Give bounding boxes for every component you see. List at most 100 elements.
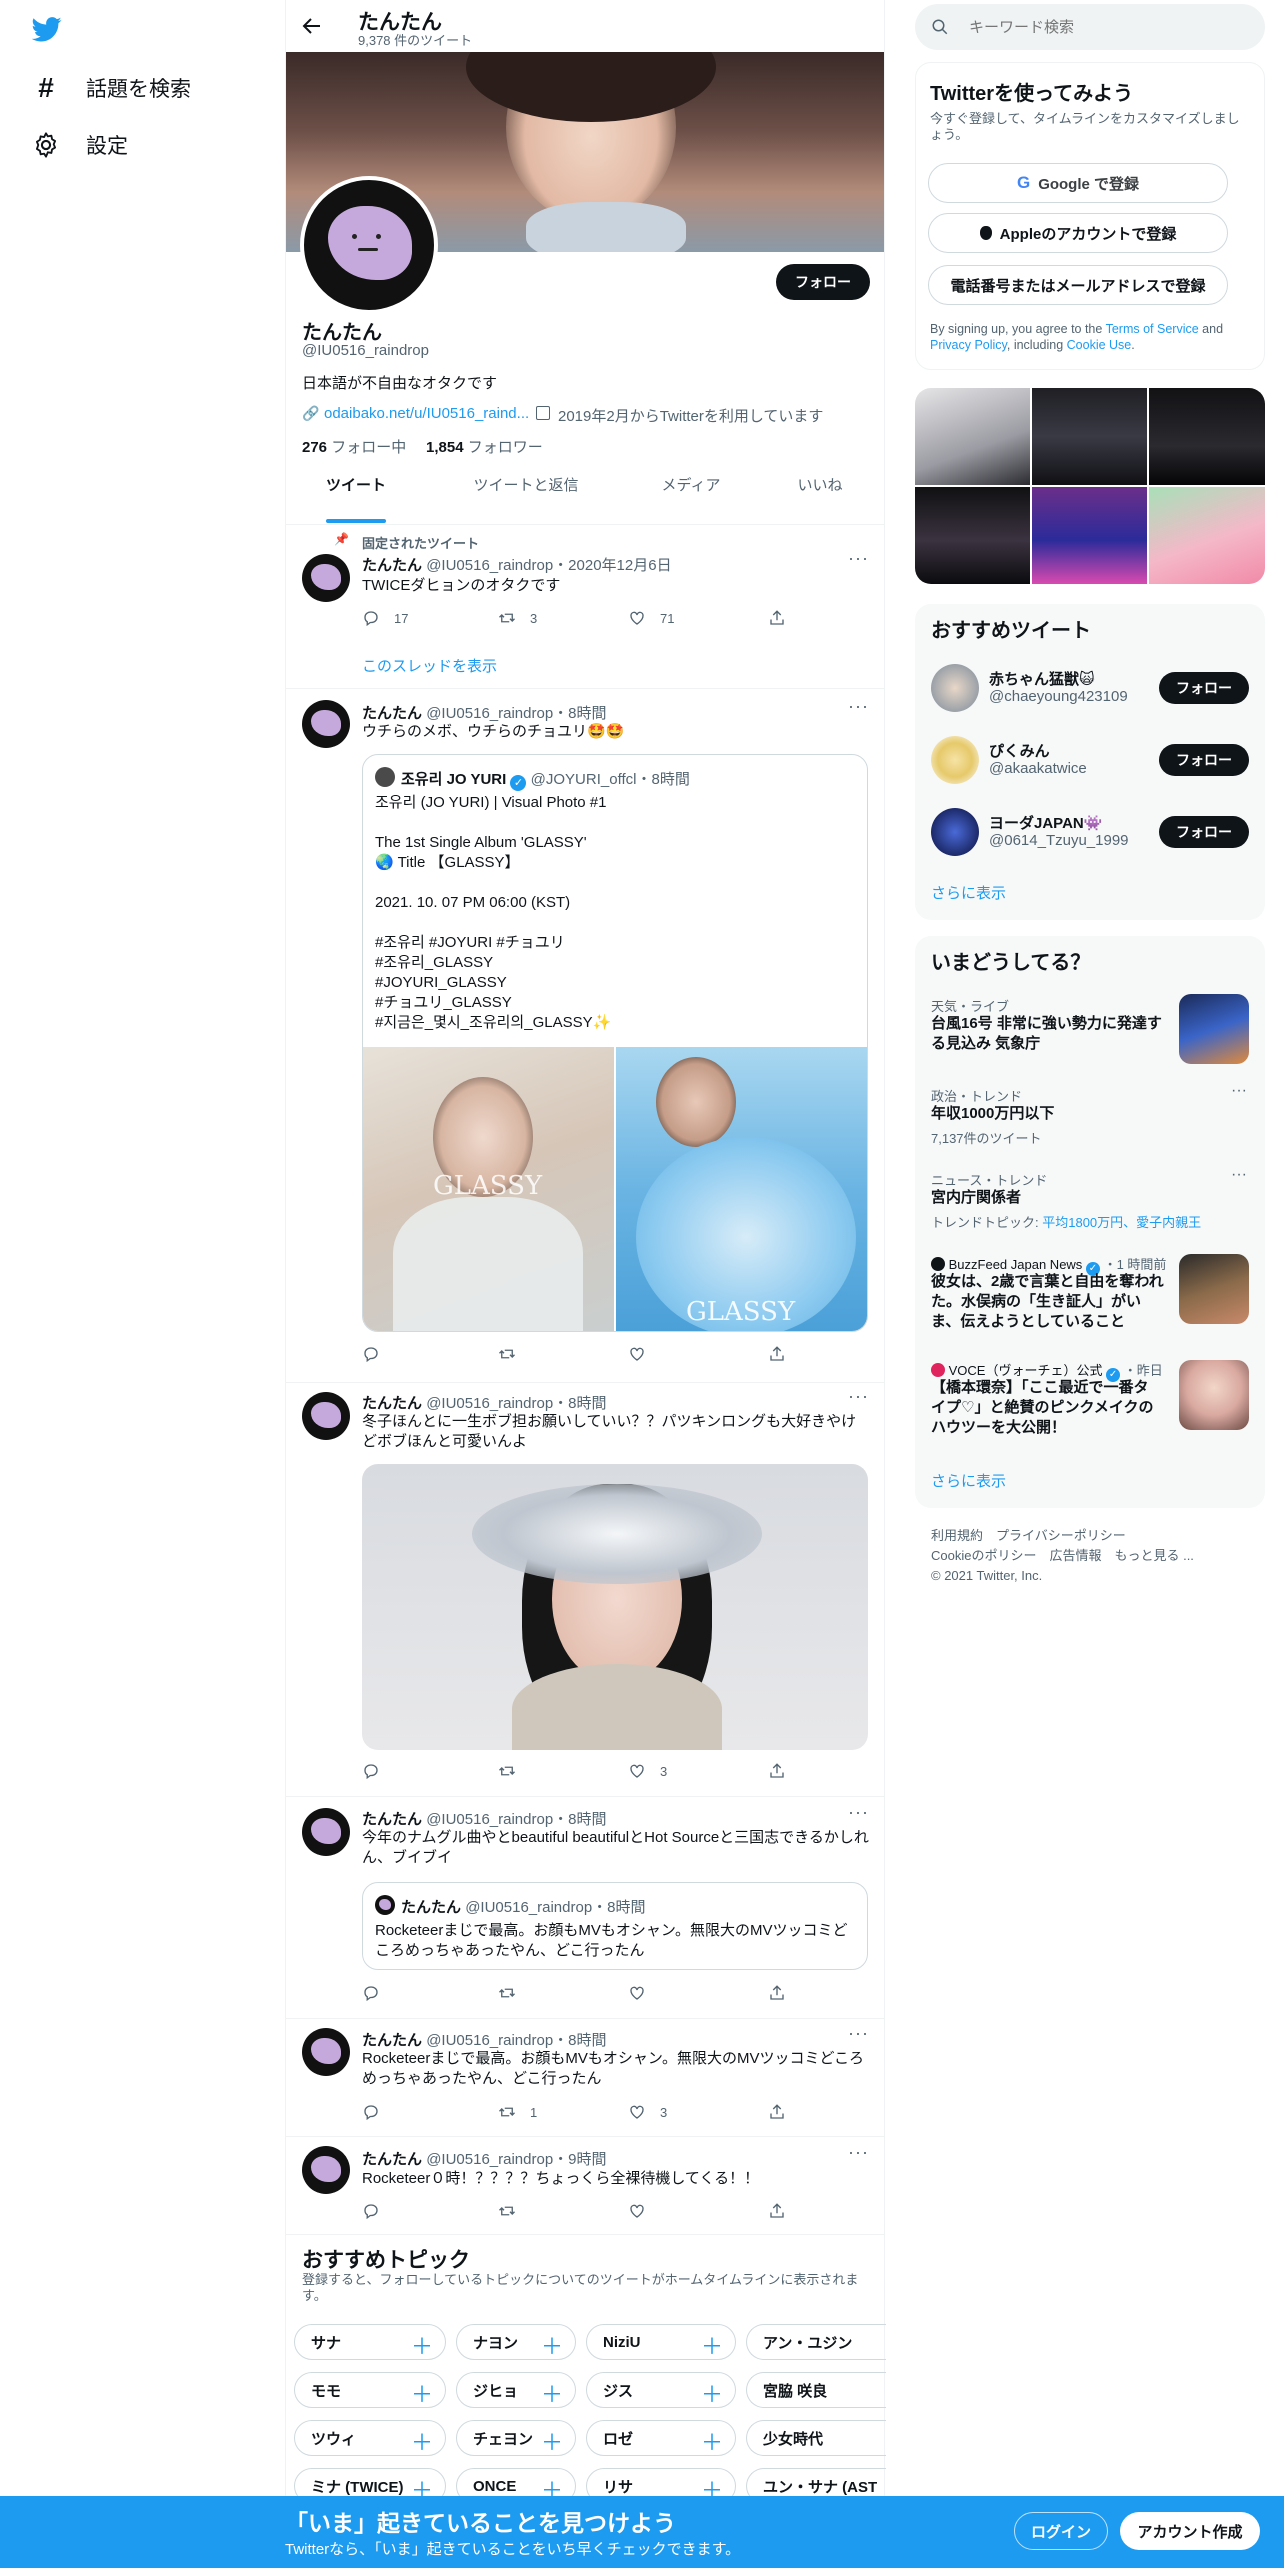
avatar[interactable] [302,700,350,748]
trends-show-more[interactable]: さらに表示 [931,1470,1006,1491]
recommended-show-more[interactable]: さらに表示 [931,882,1006,903]
tweet-author-name[interactable]: たんたん [362,1395,422,1412]
media-thumbnail[interactable] [915,487,1030,584]
like-button[interactable] [628,2202,646,2220]
tweet-time[interactable]: ・8時間 [553,1811,606,1828]
google-signup-button[interactable]: G Google で登録 [928,163,1228,203]
retweet-button[interactable] [498,1345,516,1363]
more-options-icon[interactable]: ··· [848,1386,869,1407]
avatar[interactable] [302,1392,350,1440]
tweet-author-name[interactable]: たんたん [362,2151,422,2168]
retweet-button[interactable]: 3 [498,609,537,627]
avatar[interactable] [302,2146,350,2194]
retweet-button[interactable]: 1 [498,2103,537,2121]
terms-link[interactable]: Terms of Service [1106,322,1199,336]
tab-media[interactable]: メディア [626,474,756,495]
tweet-time[interactable]: ・8時間 [553,2032,606,2049]
profile-link[interactable]: odaibako.net/u/IU0516_raind... [324,405,529,422]
reply-button[interactable] [362,2202,380,2220]
media-thumbnail[interactable] [915,388,1030,485]
recommended-user[interactable]: 赤ちゃん猛獣🙀 @chaeyoung423109 フォロー [915,656,1265,720]
tweet-author-handle[interactable]: @IU0516_raindrop [426,1395,553,1412]
more-options-icon[interactable]: ··· [1231,1166,1247,1184]
share-button[interactable] [768,609,786,627]
media-thumbnail[interactable] [1149,487,1265,584]
share-button[interactable] [768,2103,786,2121]
tweet-author-handle[interactable]: @IU0516_raindrop [426,705,553,722]
more-options-icon[interactable]: ··· [1231,1082,1247,1100]
topic-chip[interactable]: ジヒョ＋ [456,2372,576,2408]
topic-chip[interactable]: NiziU ＋ [586,2324,736,2360]
apple-signup-button[interactable]: Appleのアカウントで登録 [928,213,1228,253]
share-button[interactable] [768,1345,786,1363]
share-button[interactable] [768,1984,786,2002]
tweet-time[interactable]: ・8時間 [553,1395,606,1412]
reply-button[interactable] [362,2103,380,2121]
nav-settings[interactable]: 設定 [32,130,128,160]
like-button[interactable]: 3 [628,2103,667,2121]
tweet-author-name[interactable]: たんたん [362,705,422,722]
more-options-icon[interactable]: ··· [848,2142,869,2163]
cookie-link[interactable]: Cookie Use [1067,338,1132,352]
avatar[interactable] [302,1808,350,1856]
media-thumbnail[interactable] [1149,388,1265,485]
topic-chip[interactable]: ナヨン＋ [456,2324,576,2360]
tweet-author-name[interactable]: たんたん [362,557,422,574]
share-button[interactable] [768,1762,786,1780]
reply-button[interactable]: 17 [362,609,408,627]
privacy-link[interactable]: Privacy Policy [930,338,1007,352]
media-thumbnail[interactable] [1032,388,1147,485]
like-button[interactable]: 71 [628,609,674,627]
topic-chip[interactable]: チェヨン＋ [456,2420,576,2456]
topic-chip[interactable]: モモ＋ [294,2372,446,2408]
tweet-author-handle[interactable]: @IU0516_raindrop [426,1811,553,1828]
quoted-tweet[interactable]: 조유리 JO YURI ✓ @JOYURI_offcl・8時間 조유리 (JO … [362,754,868,1332]
reply-button[interactable] [362,1762,380,1780]
topic-chip[interactable]: 宮脇 咲良 [746,2372,886,2408]
following-link[interactable]: 276 フォロー中 [302,436,406,457]
tweet-author-name[interactable]: たんたん [362,2032,422,2049]
tweet-author-handle[interactable]: @IU0516_raindrop [426,2151,553,2168]
reply-button[interactable] [362,1345,380,1363]
retweet-button[interactable] [498,1762,516,1780]
create-account-button[interactable]: アカウント作成 [1120,2512,1260,2550]
more-options-icon[interactable]: ··· [848,548,869,569]
topic-chip[interactable]: ツウィ＋ [294,2420,446,2456]
reply-button[interactable] [362,1984,380,2002]
avatar[interactable] [302,554,350,602]
tab-tweets[interactable]: ツイート [286,474,426,495]
tweet-time[interactable]: ・9時間 [553,2151,606,2168]
profile-avatar[interactable] [300,176,438,314]
tweet-author-handle[interactable]: @IU0516_raindrop [426,557,553,574]
tweet-photo[interactable] [362,1464,868,1750]
profile-follow-button[interactable]: フォロー [776,264,870,300]
quoted-photo-left[interactable]: GLASSY [363,1047,614,1331]
more-options-icon[interactable]: ··· [848,696,869,717]
tab-tweets-replies[interactable]: ツイートと返信 [426,474,626,495]
topic-chip[interactable]: アン・ユジン [746,2324,886,2360]
tab-likes[interactable]: いいね [756,474,884,495]
follow-button[interactable]: フォロー [1159,816,1249,848]
back-arrow-icon[interactable] [300,14,324,38]
tweet-time[interactable]: ・8時間 [553,705,606,722]
retweet-button[interactable] [498,1984,516,2002]
follow-button[interactable]: フォロー [1159,744,1249,776]
followers-link[interactable]: 1,854 フォロワー [426,436,543,457]
show-thread-link[interactable]: このスレッドを表示 [362,655,497,676]
tweet-author-name[interactable]: たんたん [362,1811,422,1828]
quoted-photo-right[interactable]: GLASSY [616,1047,867,1331]
more-options-icon[interactable]: ··· [848,1802,869,1823]
recommended-user[interactable]: ぴくみん @akaakatwice フォロー [915,728,1265,792]
quoted-tweet[interactable]: たんたん @IU0516_raindrop・8時間 Rocketeerまじで最高… [362,1882,868,1970]
login-button[interactable]: ログイン [1014,2512,1108,2550]
trend-topic-links[interactable]: 平均1800万円、愛子内親王 [1042,1215,1201,1230]
search-bar[interactable] [915,4,1265,50]
recommended-user[interactable]: ヨーダJAPAN👾 @0614_Tzuyu_1999 フォロー [915,800,1265,864]
retweet-button[interactable] [498,2202,516,2220]
footer-links-2[interactable]: Cookieのポリシー 広告情報 もっと見る ... [931,1546,1194,1566]
like-button[interactable] [628,1345,646,1363]
topic-chip[interactable]: サナ＋ [294,2324,446,2360]
nav-explore[interactable]: # 話題を検索 [32,72,191,104]
tweet-author-handle[interactable]: @IU0516_raindrop [426,2032,553,2049]
twitter-logo-icon[interactable] [31,14,62,44]
